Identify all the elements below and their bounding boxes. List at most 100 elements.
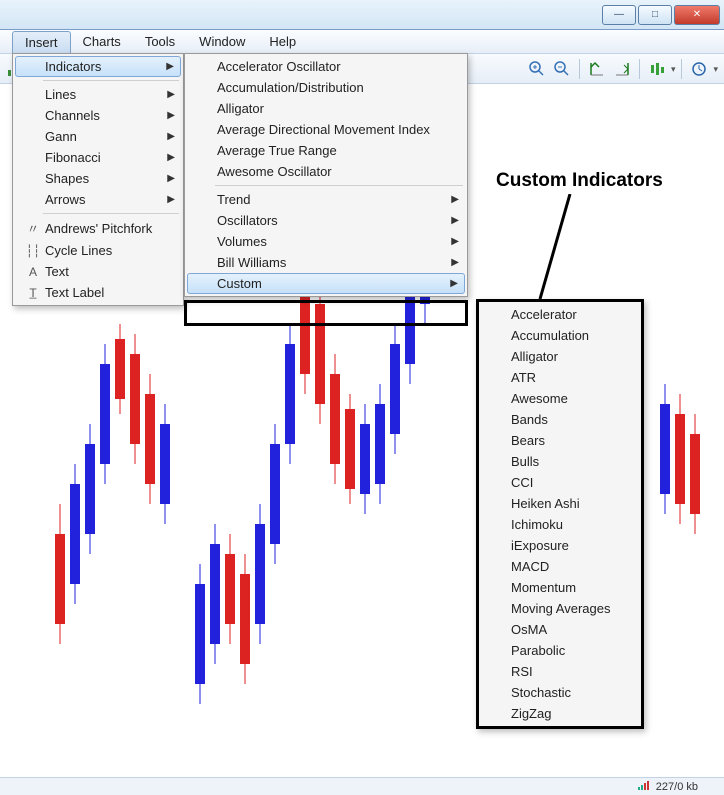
menu-item-custom[interactable]: Custom▶	[187, 273, 465, 294]
menu-item-channels[interactable]: Channels▶	[15, 105, 181, 126]
net-bars-icon	[638, 780, 652, 793]
menu-item-label: Text	[45, 264, 161, 279]
chart-type-icon[interactable]	[646, 58, 668, 80]
titlebar: — □ ✕	[0, 0, 724, 30]
menu-item-text[interactable]: AText	[15, 261, 181, 282]
menu-item-label: Bands	[511, 412, 619, 427]
menu-item-custom-rsi[interactable]: RSI	[481, 661, 639, 682]
menu-separator	[43, 213, 179, 214]
menu-item-custom-iexposure[interactable]: iExposure	[481, 535, 639, 556]
autoscroll-icon[interactable]	[611, 58, 633, 80]
menu-item-label: Awesome Oscillator	[217, 164, 445, 179]
menu-item-label: Parabolic	[511, 643, 619, 658]
menu-item-custom-zigzag[interactable]: ZigZag	[481, 703, 639, 724]
menu-item-andrews-pitchfork[interactable]: 〃Andrews' Pitchfork	[15, 217, 181, 240]
window-maximize-button[interactable]: □	[638, 5, 672, 25]
menu-item-custom-cci[interactable]: CCI	[481, 472, 639, 493]
submenu-arrow-icon: ▶	[451, 215, 459, 226]
text-label-icon: T̲	[21, 286, 45, 300]
menu-item-oscillators[interactable]: Oscillators▶	[187, 210, 465, 231]
menu-item-lines[interactable]: Lines ▶	[15, 84, 181, 105]
menu-item-custom-momentum[interactable]: Momentum	[481, 577, 639, 598]
menu-item-adx[interactable]: Average Directional Movement Index	[187, 119, 465, 140]
menu-item-label: Volumes	[217, 234, 445, 249]
period-icon[interactable]	[688, 58, 710, 80]
menu-item-volumes[interactable]: Volumes▶	[187, 231, 465, 252]
menu-item-label: Average Directional Movement Index	[217, 122, 445, 137]
zoom-out-icon[interactable]	[551, 58, 573, 80]
menu-item-custom-osma[interactable]: OsMA	[481, 619, 639, 640]
pitchfork-icon: 〃	[21, 220, 45, 237]
menu-item-label: Cycle Lines	[45, 243, 161, 258]
statusbar: 227/0 kb	[0, 777, 724, 795]
toolbar-separator	[579, 59, 580, 79]
menu-item-custom-parabolic[interactable]: Parabolic	[481, 640, 639, 661]
menu-item-label: Accelerator Oscillator	[217, 59, 445, 74]
menu-item-indicators[interactable]: Indicators ▶	[15, 56, 181, 77]
menu-item-atr[interactable]: Average True Range	[187, 140, 465, 161]
menu-item-custom-ichimoku[interactable]: Ichimoku	[481, 514, 639, 535]
menu-item-custom-accelerator[interactable]: Accelerator	[481, 304, 639, 325]
submenu-arrow-icon: ▶	[167, 173, 175, 184]
menu-item-custom-bands[interactable]: Bands	[481, 409, 639, 430]
toolbar-separator	[681, 59, 682, 79]
menu-item-awesome-oscillator[interactable]: Awesome Oscillator	[187, 161, 465, 182]
menu-item-shapes[interactable]: Shapes ▶	[15, 168, 181, 189]
menu-item-bill-williams[interactable]: Bill Williams▶	[187, 252, 465, 273]
menu-tools[interactable]: Tools	[133, 31, 187, 52]
annotation-label: Custom Indicators	[496, 170, 663, 192]
menu-item-custom-awesome[interactable]: Awesome	[481, 388, 639, 409]
menu-item-label: OsMA	[511, 622, 619, 637]
menu-item-arrows[interactable]: Arrows▶	[15, 189, 181, 210]
menu-window[interactable]: Window	[187, 31, 257, 52]
menu-item-alligator[interactable]: Alligator	[187, 98, 465, 119]
menu-item-gann[interactable]: Gann▶	[15, 126, 181, 147]
menu-item-custom-bears[interactable]: Bears	[481, 430, 639, 451]
menu-item-custom-bulls[interactable]: Bulls	[481, 451, 639, 472]
menu-item-label: Fibonacci	[45, 150, 161, 165]
menu-item-custom-alligator[interactable]: Alligator	[481, 346, 639, 367]
submenu-arrow-icon: ▶	[166, 61, 174, 72]
menu-item-label: Heiken Ashi	[511, 496, 619, 511]
window-minimize-button[interactable]: —	[602, 5, 636, 25]
menu-item-cycle-lines[interactable]: ┆┆Cycle Lines	[15, 240, 181, 261]
menu-item-label: RSI	[511, 664, 619, 679]
cycle-lines-icon: ┆┆	[21, 244, 45, 258]
menu-item-label: Arrows	[45, 192, 161, 207]
menu-item-label: Bulls	[511, 454, 619, 469]
menu-item-label: Gann	[45, 129, 161, 144]
toolbar-right: ▾ ▾	[526, 54, 718, 84]
menu-item-custom-atr[interactable]: ATR	[481, 367, 639, 388]
menu-item-custom-stochastic[interactable]: Stochastic	[481, 682, 639, 703]
menu-item-label: ATR	[511, 370, 619, 385]
menu-item-accelerator-oscillator[interactable]: Accelerator Oscillator	[187, 56, 465, 77]
menu-item-label: Shapes	[45, 171, 161, 186]
menu-item-custom-heiken-ashi[interactable]: Heiken Ashi	[481, 493, 639, 514]
menu-item-custom-macd[interactable]: MACD	[481, 556, 639, 577]
menu-item-fibonacci[interactable]: Fibonacci▶	[15, 147, 181, 168]
menu-help[interactable]: Help	[257, 31, 308, 52]
submenu-arrow-icon: ▶	[167, 89, 175, 100]
menu-item-accumulation-distribution[interactable]: Accumulation/Distribution	[187, 77, 465, 98]
menu-item-label: Bears	[511, 433, 619, 448]
menu-item-label: Text Label	[45, 285, 161, 300]
menu-insert[interactable]: Insert	[12, 31, 71, 53]
menu-item-label: Lines	[45, 87, 161, 102]
menu-item-label: Channels	[45, 108, 161, 123]
insert-menu: Indicators ▶ Lines▶ Channels▶ Gann▶ Fibo…	[12, 53, 184, 306]
menu-charts[interactable]: Charts	[71, 31, 133, 52]
custom-submenu: Accelerator Accumulation Alligator ATR A…	[476, 299, 644, 729]
window-close-button[interactable]: ✕	[674, 5, 720, 25]
menu-item-text-label[interactable]: T̲Text Label	[15, 282, 181, 303]
menu-item-custom-accumulation[interactable]: Accumulation	[481, 325, 639, 346]
menu-item-label: Ichimoku	[511, 517, 619, 532]
menu-item-trend[interactable]: Trend▶	[187, 189, 465, 210]
status-net: 227/0 kb	[656, 781, 698, 793]
menu-item-custom-moving-averages[interactable]: Moving Averages	[481, 598, 639, 619]
zoom-in-icon[interactable]	[526, 58, 548, 80]
shift-chart-icon[interactable]	[586, 58, 608, 80]
menu-item-label: Trend	[217, 192, 445, 207]
menu-item-label: iExposure	[511, 538, 619, 553]
menu-item-label: Custom	[217, 276, 445, 291]
menu-item-label: Average True Range	[217, 143, 445, 158]
